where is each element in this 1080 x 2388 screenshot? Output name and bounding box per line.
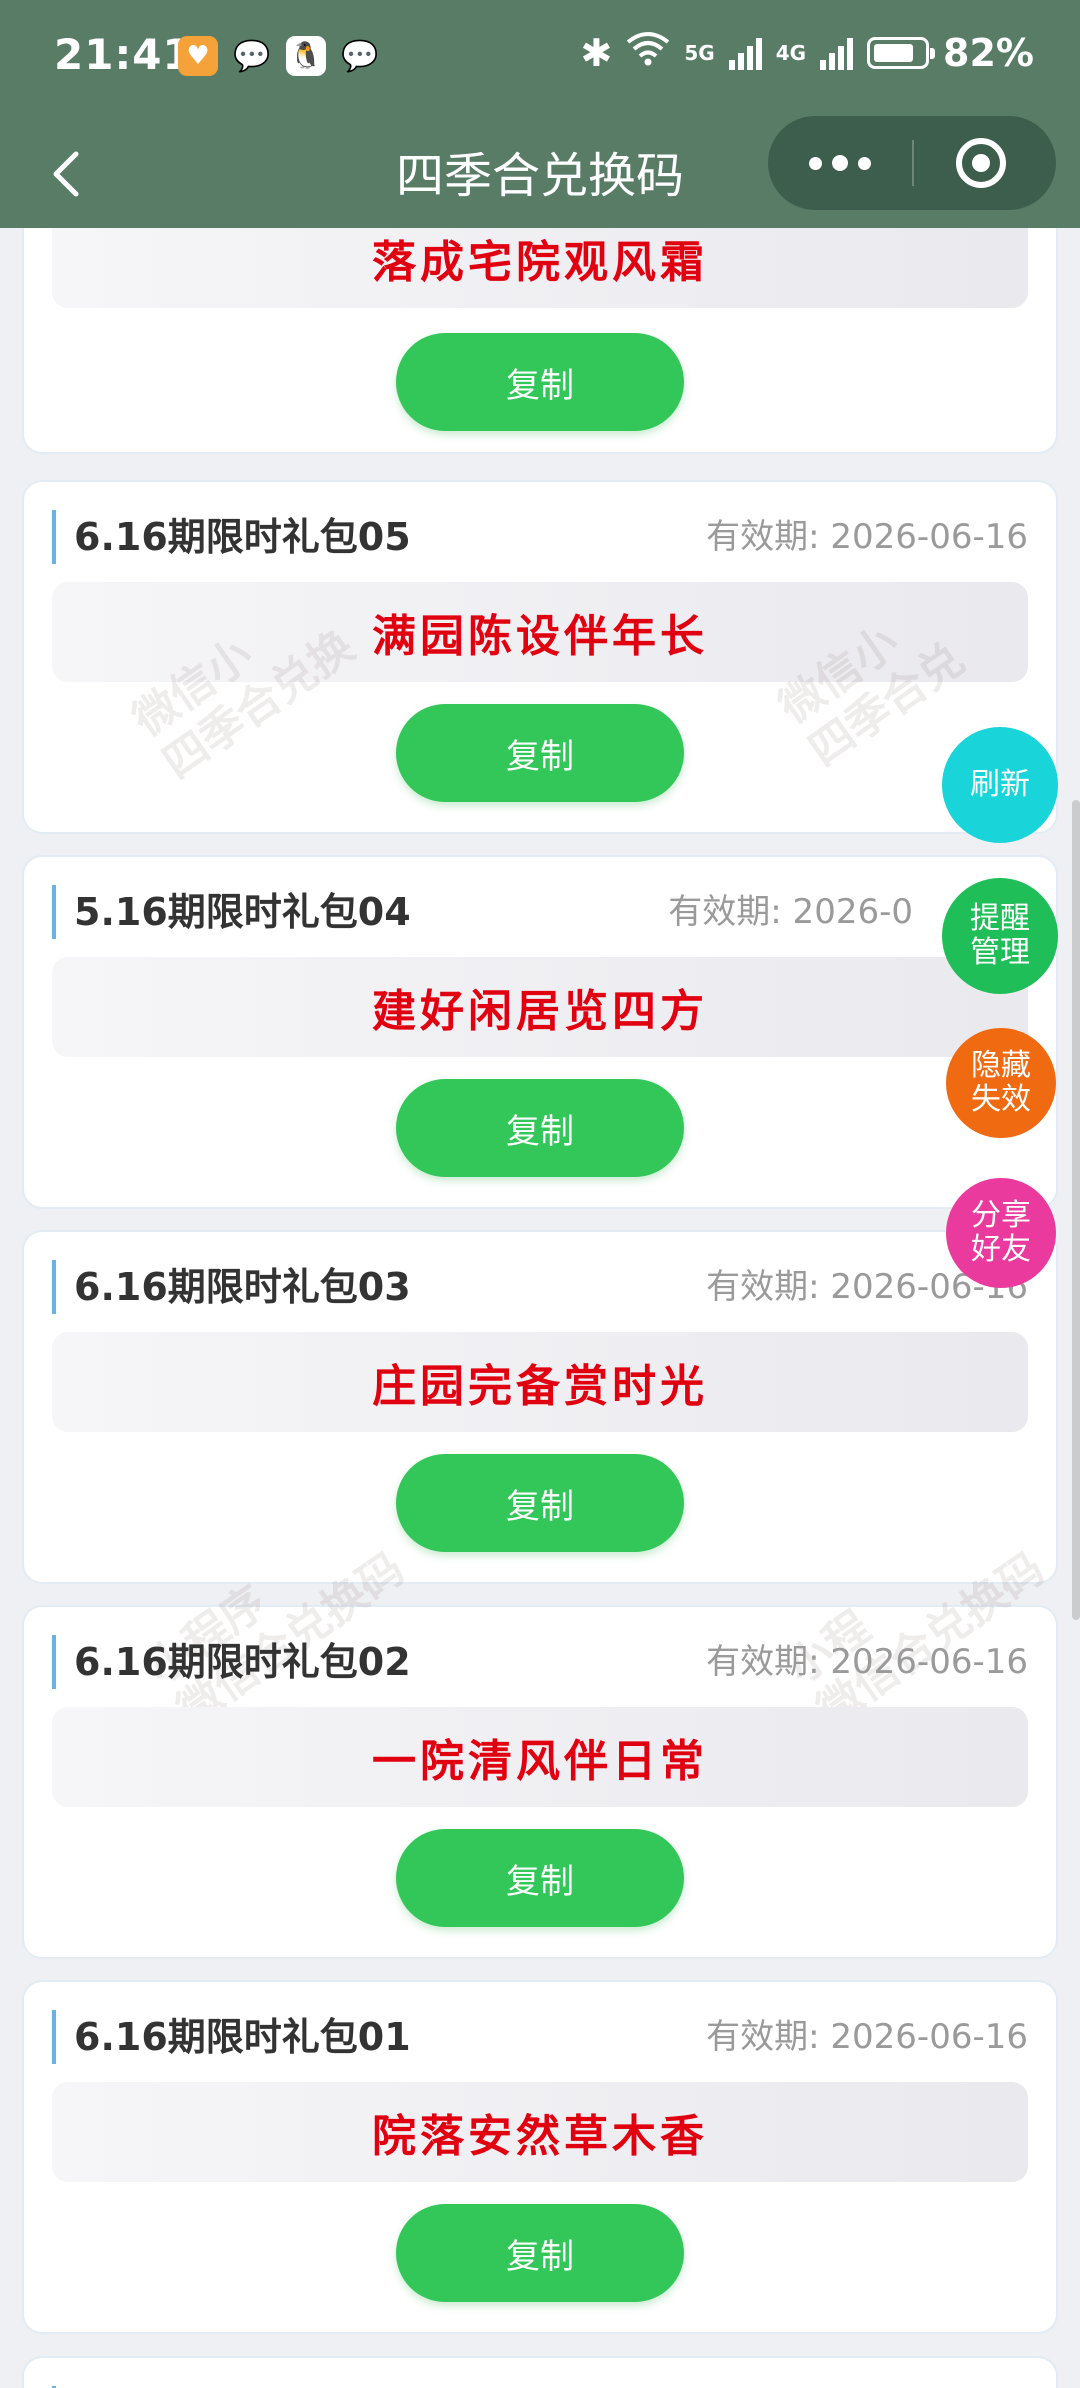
card-header: 6.16期限时礼包02 有效期: 2026-06-16 [52,1635,1028,1689]
capsule-divider [912,140,914,186]
wifi-icon [626,30,670,75]
status-right: ✱ 5G 4G 82% [581,30,1035,75]
copy-button[interactable]: 复制 [396,1454,684,1552]
signal-bars-icon [728,36,762,70]
battery-fill [874,43,914,62]
code-card-partial-bottom [24,2358,1056,2388]
network-4g-label: 4G [775,40,807,65]
code-card: 小程序 微信合兑换码 小程 微信合兑换码 6.16期限时礼包02 有效期: 2026… [24,1543,1056,1957]
network-5g-label: 5G [684,40,715,65]
card-header: 6.16期限时礼包03 有效期: 2026-06-16 [52,1260,1028,1314]
gift-pack-name: 6.16期限时礼包03 [52,1260,411,1314]
copy-button[interactable]: 复制 [396,333,684,431]
more-menu-button[interactable] [768,116,912,210]
code-box: 庄园完备赏时光 [52,1332,1028,1432]
battery-icon [867,36,936,69]
redeem-code: 庄园完备赏时光 [372,1361,708,1412]
hide-expired-button[interactable]: 隐藏 失效 [946,1028,1056,1138]
gift-pack-name: 6.16期限时礼包01 [52,2010,411,2064]
chat-bubble-icon: 💬 [233,38,271,74]
code-box: 一院清风伴日常 [52,1707,1028,1807]
copy-button[interactable]: 复制 [396,1829,684,1927]
redeem-code: 一院清风伴日常 [372,1736,708,1787]
copy-button[interactable]: 复制 [396,704,684,802]
redeem-code: 院落安然草木香 [372,2111,708,2162]
code-card: 5.16期限时礼包04 有效期: 2026-0 建好闲居览四方 复制 [24,857,1056,1207]
scrollbar[interactable] [1072,800,1080,1620]
redeem-code: 落成宅院观风霜 [372,237,708,288]
copy-button[interactable]: 复制 [396,1079,684,1177]
expiry-date: 有效期: 2026-06-16 [706,517,1028,557]
code-list: 落成宅院观风霜 复制 6.16期限时礼包05 有效期: 2026-06-16 满… [0,228,1080,2388]
signal-bars-icon-2 [820,36,854,70]
status-bar: 21:41 ♥ 💬 🐧 💬 ✱ 5G 4G 82% [0,0,1080,120]
card-header: 6.16期限时礼包05 有效期: 2026-06-16 [52,510,1028,564]
gift-pack-name: 6.16期限时礼包02 [52,1635,411,1689]
status-time: 21:41 [54,30,193,79]
redeem-code: 建好闲居览四方 [372,986,708,1037]
gift-pack-name: 5.16期限时礼包04 [52,885,411,939]
top-bar: 21:41 ♥ 💬 🐧 💬 ✱ 5G 4G 82% 四季合兑换码 [0,0,1080,228]
card-header: 5.16期限时礼包04 有效期: 2026-0 [52,885,1028,939]
code-box: 满园陈设伴年长 [52,582,1028,682]
qq-icon: 🐧 [286,36,326,76]
card-header: 6.16期限时礼包01 有效期: 2026-06-16 [52,2010,1028,2064]
expiry-date: 有效期: 2026-06-16 [706,1642,1028,1682]
expiry-date: 有效期: 2026-06-16 [706,2017,1028,2057]
code-box: 院落安然草木香 [52,2082,1028,2182]
code-card-partial: 落成宅院观风霜 复制 [24,228,1056,452]
refresh-button[interactable]: 刷新 [942,727,1058,843]
code-card: 6.16期限时礼包03 有效期: 2026-06-16 庄园完备赏时光 复制 [24,1232,1056,1582]
wechat-icon: 💬 [341,38,379,74]
code-card: 6.16期限时礼包05 有效期: 2026-06-16 满园陈设伴年长 复制 微… [24,482,1056,832]
copy-button[interactable]: 复制 [396,2204,684,2302]
close-mini-program-icon[interactable] [956,138,1006,188]
gift-pack-name: 6.16期限时礼包05 [52,510,411,564]
redeem-code: 满园陈设伴年长 [372,611,708,662]
share-friends-button[interactable]: 分享 好友 [946,1178,1056,1288]
code-box: 落成宅院观风霜 [52,228,1028,308]
battery-percent: 82% [943,30,1034,75]
code-box: 建好闲居览四方 [52,957,1028,1057]
notification-icons: ♥ 💬 🐧 💬 [178,36,380,76]
bluetooth-icon: ✱ [580,30,613,75]
code-card: 6.16期限时礼包01 有效期: 2026-06-16 院落安然草木香 复制 [24,1982,1056,2332]
reminder-manage-button[interactable]: 提醒 管理 [942,878,1058,994]
health-app-icon: ♥ [178,36,218,76]
mini-program-capsule [768,116,1056,210]
